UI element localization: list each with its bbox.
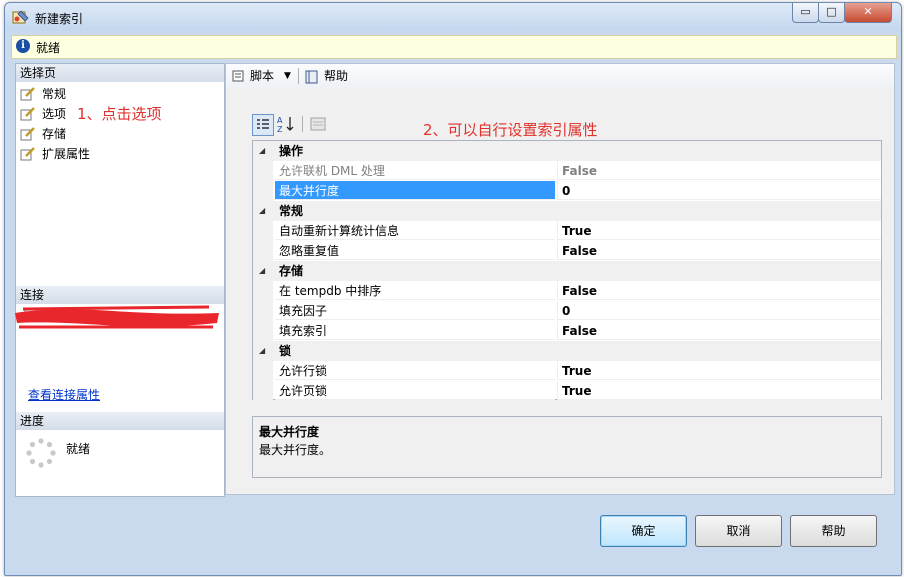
description-text: 最大并行度。 [259,443,332,457]
ok-button[interactable]: 确定 [600,515,687,547]
category-operations[interactable]: ◢ 操作 [253,141,881,161]
property-pages-icon [310,117,326,131]
toolbar: 脚本 ▼ 帮助 [226,64,894,88]
close-button[interactable]: ✕ [844,3,892,23]
category-general[interactable]: ◢ 常规 [253,201,881,221]
sort-alphabetical-icon: AZ [277,116,294,134]
page-wrench-icon [20,107,35,121]
status-info-bar: i 就绪 [11,35,897,59]
help-button[interactable]: 帮助 [790,515,877,547]
page-wrench-icon [20,87,35,101]
left-panel: 选择页 常规 选项 存储 扩展属性 连接 查看连接属性 进度 就绪 [15,63,225,497]
property-row-ignore-dup-key[interactable]: 忽略重复值 False [253,241,881,261]
categorized-view-button[interactable] [252,114,274,136]
redaction-mark [15,305,219,329]
collapse-triangle-icon[interactable]: ◢ [259,201,265,221]
title-bar[interactable]: 新建索引 ▭ □ ✕ [5,3,901,31]
cancel-button[interactable]: 取消 [695,515,782,547]
page-wrench-icon [20,127,35,141]
property-row-online-dml[interactable]: 允许联机 DML 处理 False [253,161,881,181]
toolbar-separator [298,68,299,84]
minimize-icon: ▭ [800,5,811,18]
page-item-label: 常规 [42,87,67,101]
page-wrench-icon [20,147,35,161]
script-label: 脚本 [250,69,275,83]
property-row-max-dop[interactable]: 最大并行度 0 [253,181,881,201]
maximize-button[interactable]: □ [818,3,845,23]
annotation-step-2: 2、可以自行设置索引属性 [423,121,598,139]
description-title: 最大并行度 [259,425,320,439]
progress-header: 进度 [16,412,224,430]
alphabetical-view-button[interactable]: AZ [276,114,296,134]
category-locks[interactable]: ◢ 锁 [253,341,881,361]
progress-spinner-icon [26,438,56,468]
minimize-button[interactable]: ▭ [792,3,819,23]
property-row-sort-in-tempdb[interactable]: 在 tempdb 中排序 False [253,281,881,301]
svg-text:Z: Z [277,125,283,134]
view-connection-properties-link[interactable]: 查看连接属性 [28,386,100,403]
script-icon [232,70,244,82]
grid-toolbar-separator [302,116,303,132]
categorized-icon [257,119,269,129]
connection-header: 连接 [16,286,224,304]
svg-text:A: A [277,116,283,125]
page-item-label: 选项 [42,107,67,121]
help-book-icon [305,70,318,84]
info-icon: i [16,39,30,53]
page-item-label: 存储 [42,127,67,141]
maximize-icon: □ [826,5,837,18]
property-row-allow-row-locks[interactable]: 允许行锁 True [253,361,881,381]
property-row-allow-page-locks[interactable]: 允许页锁 True [253,381,881,401]
property-row-fill-factor[interactable]: 填充因子 0 [253,301,881,321]
dialog-window: 新建索引 ▭ □ ✕ i 就绪 选择页 常规 选项 存储 扩展属性 连接 查看连… [4,2,902,576]
dropdown-arrow-icon: ▼ [284,71,291,81]
collapse-triangle-icon[interactable]: ◢ [259,341,265,361]
select-page-header: 选择页 [16,64,224,82]
close-icon: ✕ [863,5,873,18]
window-title: 新建索引 [35,12,84,26]
index-app-icon [12,10,29,24]
property-pages-button[interactable] [308,114,328,134]
help-toolbar-label: 帮助 [324,69,349,83]
progress-status-text: 就绪 [66,442,91,456]
page-item-label: 扩展属性 [42,147,91,161]
collapse-triangle-icon[interactable]: ◢ [259,261,265,281]
annotation-step-1: 1、点击选项 [77,105,162,123]
property-grid: ◢ 操作 允许联机 DML 处理 False 最大并行度 0 ◢ 常规 自动重新计算统计… [252,140,882,401]
property-row-auto-recompute-stats[interactable]: 自动重新计算统计信息 True [253,221,881,241]
info-status-text: 就绪 [36,41,61,55]
property-row-pad-index[interactable]: 填充索引 False [253,321,881,341]
collapse-triangle-icon[interactable]: ◢ [259,141,265,161]
category-storage[interactable]: ◢ 存储 [253,261,881,281]
property-description-panel: 最大并行度 最大并行度。 [252,416,882,478]
